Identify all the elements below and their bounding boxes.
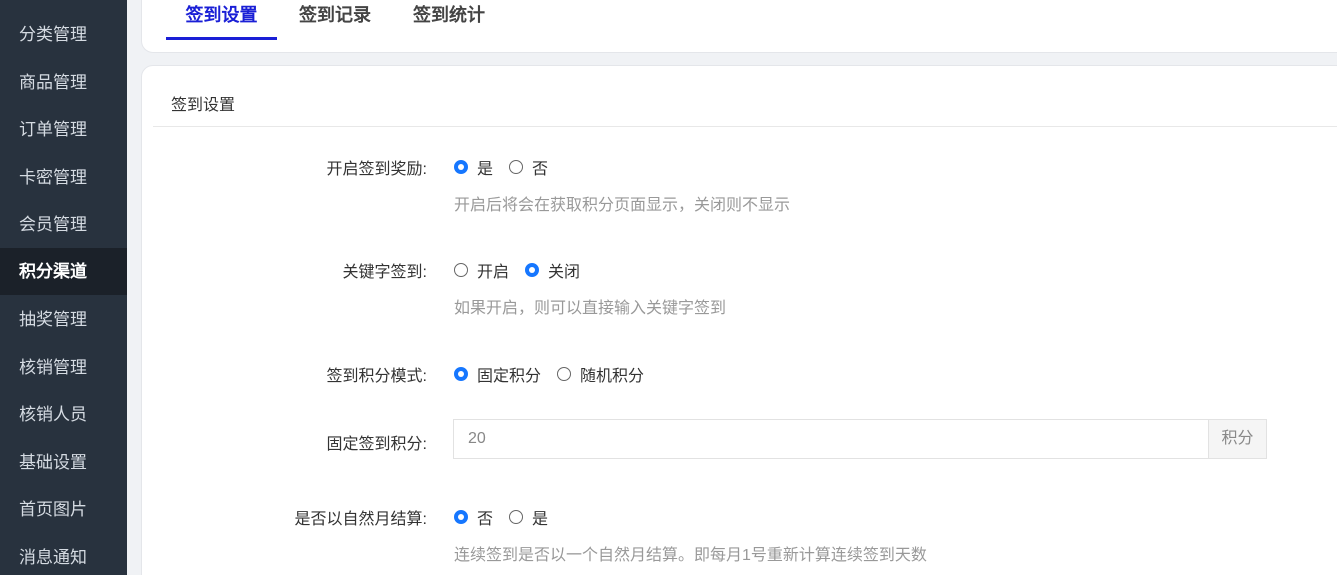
points-mode-label: 签到积分模式: [326, 368, 427, 385]
sidebar-item-basic-settings[interactable]: 基础设置 [0, 439, 127, 486]
points-mode-option-fixed[interactable]: 固定积分 [454, 362, 541, 386]
sign-reward-option-yes[interactable]: 是 [454, 155, 493, 179]
sign-reward-radio-group: 是 否 [454, 155, 564, 179]
sidebar-item-home-images[interactable]: 首页图片 [0, 486, 127, 533]
fixed-points-input[interactable] [454, 420, 1208, 458]
card-title: 签到设置 [171, 97, 236, 114]
settings-card: 签到设置 [141, 65, 1337, 575]
natural-month-radio-group: 否 是 [454, 505, 564, 529]
tab-sign-settings[interactable]: 签到设置 [166, 0, 277, 40]
sidebar-item-notifications[interactable]: 消息通知 [0, 534, 127, 575]
radio-label: 是 [532, 511, 549, 528]
radio-checked-icon[interactable] [454, 367, 468, 381]
sign-reward-help: 开启后将会在获取积分页面显示，关闭则不显示 [454, 197, 791, 214]
sign-reward-label: 开启签到奖励: [326, 161, 427, 178]
radio-label: 随机积分 [580, 368, 645, 385]
radio-unchecked-icon[interactable] [454, 263, 468, 277]
keyword-sign-help: 如果开启，则可以直接输入关键字签到 [454, 300, 727, 317]
sidebar-item-verification[interactable]: 核销管理 [0, 344, 127, 391]
sidebar: 分类管理 商品管理 订单管理 卡密管理 会员管理 积分渠道 抽奖管理 核销管理 … [0, 0, 127, 575]
tab-sign-records[interactable]: 签到记录 [290, 0, 380, 40]
points-mode-option-random[interactable]: 随机积分 [557, 362, 644, 386]
radio-unchecked-icon[interactable] [509, 510, 524, 524]
radio-label: 开启 [477, 264, 510, 281]
radio-label: 关闭 [548, 264, 581, 281]
fixed-points-input-group: 积分 [453, 419, 1267, 459]
fixed-points-suffix: 积分 [1208, 420, 1266, 458]
radio-checked-icon[interactable] [525, 263, 540, 277]
tab-bar: 签到设置 签到记录 签到统计 [141, 0, 1337, 53]
radio-checked-icon[interactable] [454, 160, 468, 174]
fixed-points-label: 固定签到积分: [326, 436, 427, 453]
keyword-sign-label: 关键字签到: [342, 264, 427, 281]
card-divider [153, 126, 1337, 127]
radio-label: 固定积分 [477, 368, 542, 385]
sidebar-item-orders[interactable]: 订单管理 [0, 106, 127, 153]
natural-month-label: 是否以自然月结算: [294, 511, 427, 528]
sidebar-item-card-keys[interactable]: 卡密管理 [0, 154, 127, 201]
radio-label: 是 [477, 161, 494, 178]
tab-sign-stats[interactable]: 签到统计 [404, 0, 494, 40]
natural-month-option-no[interactable]: 否 [454, 505, 493, 529]
keyword-sign-option-on[interactable]: 开启 [454, 258, 509, 282]
sidebar-item-points-channel[interactable]: 积分渠道 [0, 248, 127, 295]
keyword-sign-radio-group: 开启 关闭 [454, 258, 596, 282]
radio-checked-icon[interactable] [454, 510, 468, 524]
radio-label: 否 [477, 511, 494, 528]
radio-unchecked-icon[interactable] [557, 367, 572, 381]
sidebar-item-products[interactable]: 商品管理 [0, 59, 127, 106]
sign-reward-option-no[interactable]: 否 [509, 155, 548, 179]
natural-month-option-yes[interactable]: 是 [509, 505, 548, 529]
natural-month-help: 连续签到是否以一个自然月结算。即每月1号重新计算连续签到天数 [454, 547, 927, 564]
points-mode-radio-group: 固定积分 随机积分 [454, 362, 660, 386]
keyword-sign-option-off[interactable]: 关闭 [525, 258, 580, 282]
radio-unchecked-icon[interactable] [509, 160, 524, 174]
sidebar-item-category[interactable]: 分类管理 [0, 11, 127, 58]
sidebar-item-members[interactable]: 会员管理 [0, 201, 127, 248]
radio-label: 否 [532, 161, 549, 178]
sidebar-item-verifiers[interactable]: 核销人员 [0, 391, 127, 438]
sidebar-item-lottery[interactable]: 抽奖管理 [0, 296, 127, 343]
